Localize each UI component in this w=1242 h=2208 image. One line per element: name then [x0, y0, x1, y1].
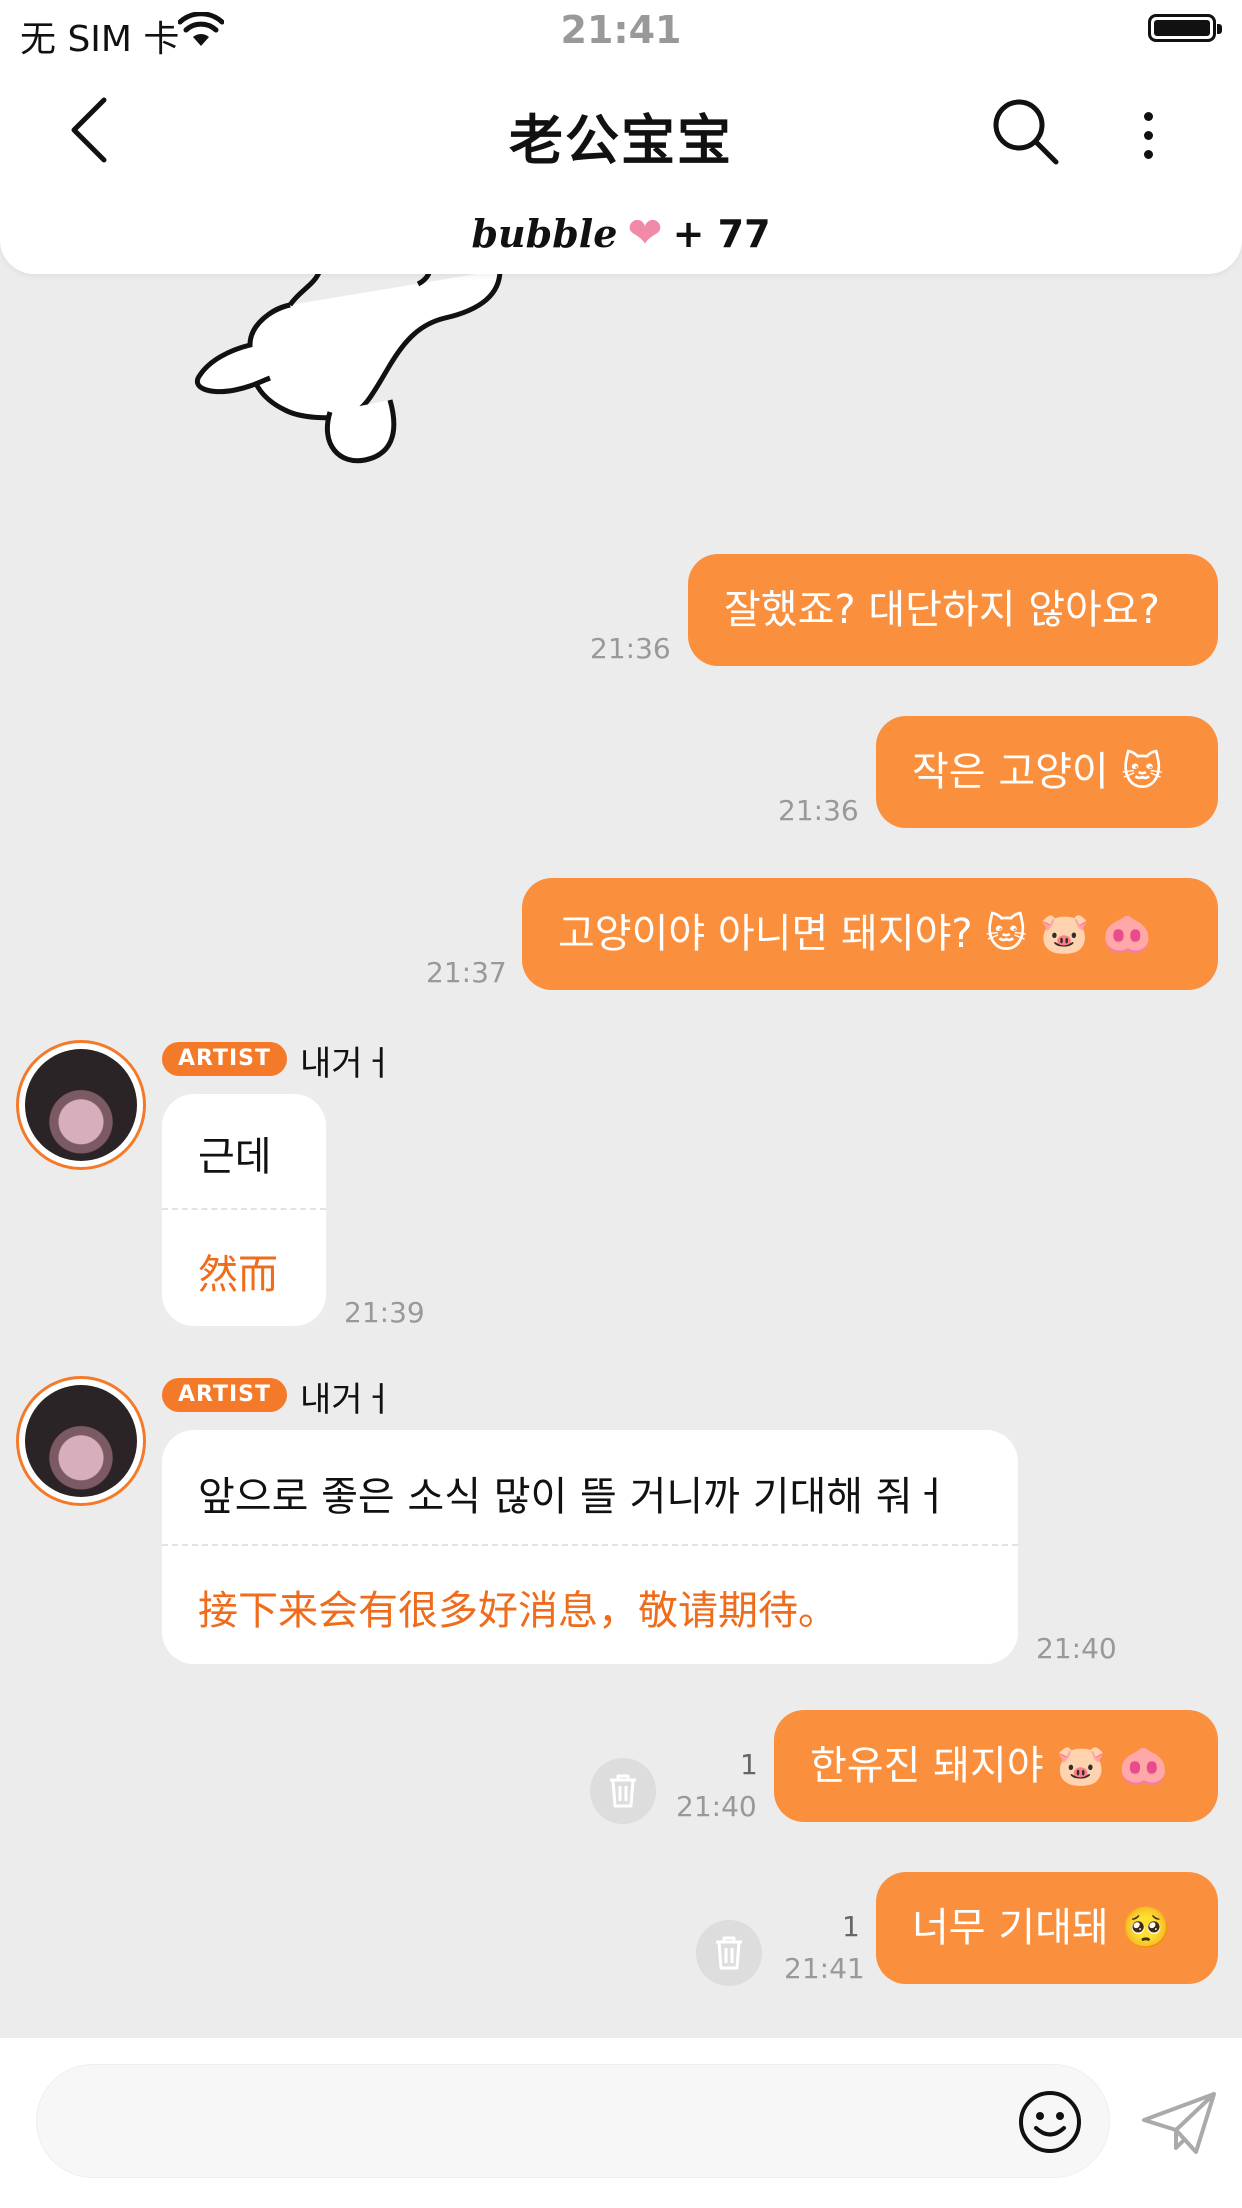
read-count: 1 [842, 1910, 860, 1943]
received-message[interactable]: 앞으로 좋은 소식 많이 뜰 거니까 기대해 줘ㅓ 接下来会有很多好消息，敬请期… [162, 1430, 1018, 1664]
translation-text: 接下来会有很多好消息，敬请期待。 [198, 1588, 838, 1634]
sent-message[interactable]: 고양이야 아니면 돼지야? 🐱 🐷 🐽 [522, 878, 1218, 990]
trash-icon[interactable] [590, 1758, 656, 1824]
message-time: 21:40 [676, 1790, 757, 1823]
sent-message[interactable]: 작은 고양이 🐱 [876, 716, 1218, 828]
battery-icon [1148, 14, 1222, 42]
received-message[interactable]: 근데 然而 [162, 1094, 326, 1326]
status-bar: 无 SIM 卡 21:41 [0, 0, 1242, 60]
message-time: 21:37 [426, 956, 507, 989]
message-time: 21:36 [778, 794, 859, 827]
bubble-brand: bubble [471, 211, 618, 256]
bubble-count: + 77 [672, 212, 771, 256]
bubble-counter[interactable]: bubble ❤ + 77 [0, 208, 1242, 257]
artist-badge: ARTIST [162, 1378, 288, 1412]
sender-name: 내거ㅓ [300, 1044, 394, 1084]
message-input-container[interactable] [36, 2064, 1110, 2179]
status-time: 21:41 [560, 8, 682, 52]
message-time: 21:41 [784, 1952, 865, 1985]
translation-divider [162, 1544, 1018, 1546]
sent-message[interactable]: 너무 기대돼 🥺 [876, 1872, 1218, 1984]
send-icon[interactable] [1140, 2090, 1218, 2156]
translation-text: 然而 [198, 1252, 278, 1298]
avatar[interactable] [16, 1376, 146, 1506]
read-count: 1 [740, 1748, 758, 1781]
message-time: 21:40 [1036, 1632, 1117, 1665]
sent-message[interactable]: 한유진 돼지야 🐷 🐽 [774, 1710, 1218, 1822]
more-options-icon[interactable] [1128, 100, 1168, 170]
message-text: 근데 [198, 1134, 272, 1180]
message-time: 21:36 [590, 632, 671, 665]
cat-sticker [195, 270, 503, 464]
trash-icon[interactable] [696, 1920, 762, 1986]
message-text: 앞으로 좋은 소식 많이 뜰 거니까 기대해 줘ㅓ [198, 1474, 950, 1520]
chat-header: 老公宝宝 bubble ❤ + 77 [0, 60, 1242, 274]
message-composer [0, 2038, 1242, 2208]
sender-name: 내거ㅓ [300, 1380, 394, 1420]
translation-divider [162, 1208, 326, 1210]
emoji-icon[interactable] [1017, 2089, 1083, 2155]
message-time: 21:39 [344, 1296, 425, 1329]
avatar[interactable] [16, 1040, 146, 1170]
search-icon[interactable] [990, 96, 1060, 166]
artist-badge: ARTIST [162, 1042, 288, 1076]
sent-message[interactable]: 잘했죠? 대단하지 않아요? [688, 554, 1218, 666]
message-input[interactable] [77, 2065, 981, 2179]
heart-icon: ❤ [627, 208, 663, 257]
